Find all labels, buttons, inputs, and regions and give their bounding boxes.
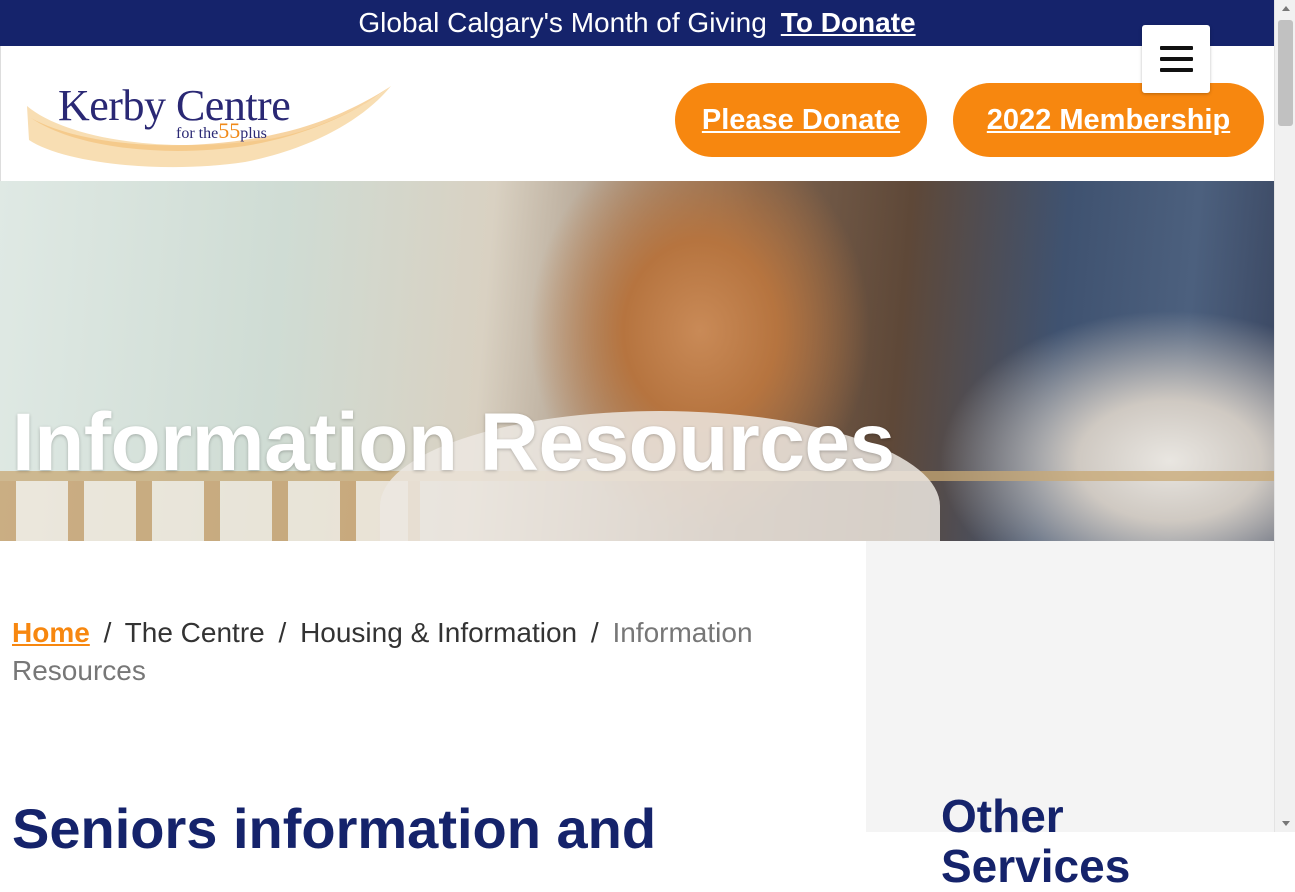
sidebar-title: Other Services (941, 790, 1131, 892)
breadcrumb-item-housing: Housing & Information (300, 617, 578, 648)
site-header: Kerby Centre for the55plus Please Donate… (0, 46, 1275, 181)
membership-button[interactable]: 2022 Membership (953, 83, 1264, 157)
page-heading: Seniors information and (12, 797, 657, 861)
hero-photo-fence (0, 481, 420, 541)
hero-banner: Information Resources (0, 181, 1274, 541)
scroll-up-arrow-icon[interactable] (1282, 6, 1290, 11)
sidebar: Other Services (866, 541, 1274, 891)
breadcrumb-item-the-centre: The Centre (124, 617, 265, 648)
scroll-down-arrow-icon[interactable] (1282, 821, 1290, 826)
hero-title: Information Resources (12, 396, 895, 488)
to-donate-link[interactable]: To Donate (781, 7, 916, 39)
kerby-centre-logo[interactable]: Kerby Centre for the55plus (25, 78, 393, 170)
breadcrumb-home-link[interactable]: Home (12, 617, 90, 648)
vertical-scrollbar[interactable] (1274, 0, 1295, 832)
please-donate-button[interactable]: Please Donate (675, 83, 927, 157)
breadcrumb: Home / The Centre / Housing & Informatio… (12, 617, 753, 686)
scrollbar-thumb[interactable] (1278, 20, 1293, 126)
logo-tagline: for the55plus (176, 118, 267, 143)
announcement-text: Global Calgary's Month of Giving (358, 7, 767, 38)
hamburger-menu-icon (1159, 46, 1193, 50)
hamburger-menu-button[interactable] (1142, 25, 1210, 93)
announcement-bar: Global Calgary's Month of Giving To Dona… (0, 0, 1274, 46)
